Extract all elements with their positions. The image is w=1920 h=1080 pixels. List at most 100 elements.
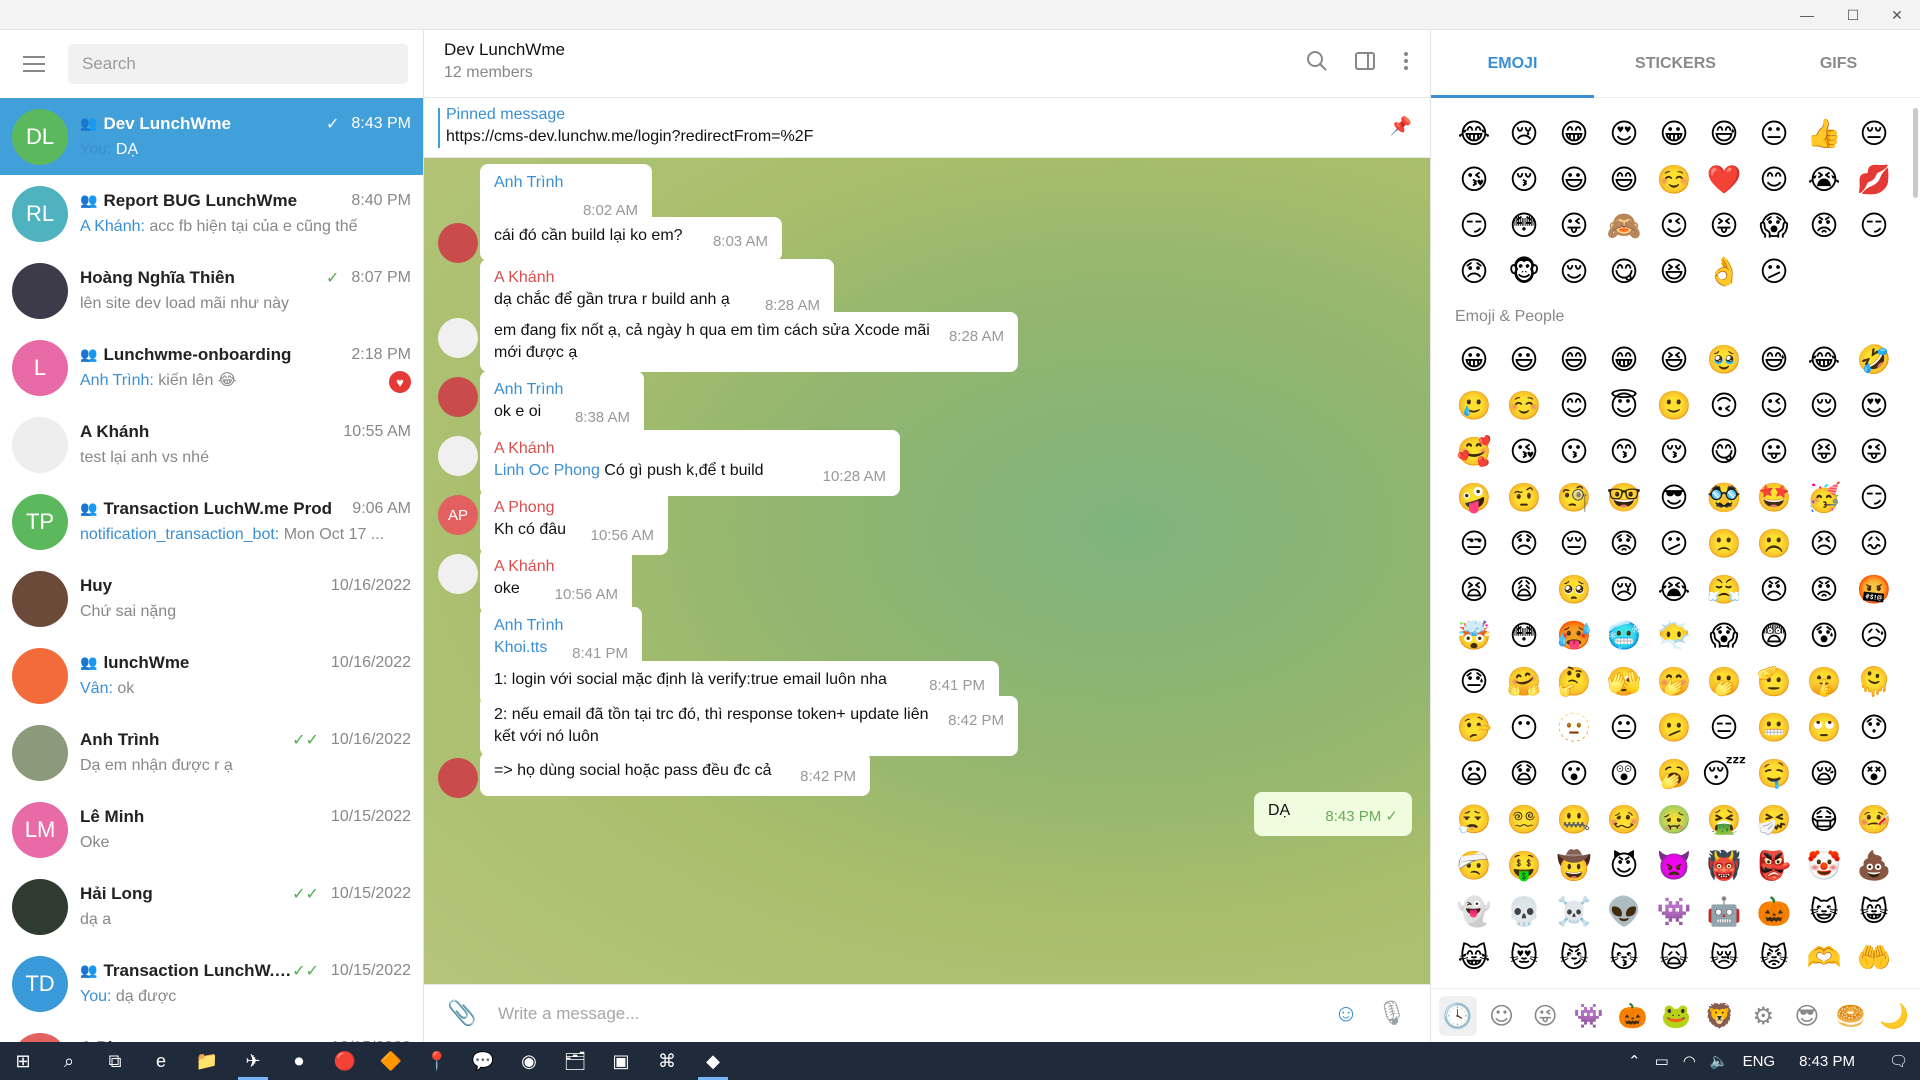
chat-list-item[interactable]: L 👥 Lunchwme-onboarding 2:18 PM Anh Trình: k… [0,329,423,406]
microphone-icon[interactable]: 🎙 [1374,999,1410,1028]
sender-avatar[interactable] [438,377,478,417]
hamburger-menu-icon[interactable] [14,44,54,84]
emoji-item[interactable]: 😂 [1449,110,1499,156]
emoji-item[interactable]: 💩 [1849,842,1899,888]
emoji-item[interactable]: 😱 [1749,202,1799,248]
emoji-item[interactable]: 🤪 [1449,474,1499,520]
emoji-item[interactable]: 😦 [1449,750,1499,796]
emoji-item[interactable]: 😚 [1649,428,1699,474]
emoji-item[interactable]: 😼 [1549,934,1599,980]
emoji-item[interactable]: 💀 [1499,888,1549,934]
emoji-item[interactable]: 👽 [1599,888,1649,934]
emoji-item[interactable]: 🤓 [1599,474,1649,520]
emoji-item[interactable]: 😺 [1799,888,1849,934]
sender-avatar[interactable] [438,223,478,263]
maximize-button[interactable]: ☐ [1830,0,1876,30]
incoming-message[interactable]: A Khánh 10:28 AM Linh Oc Phong Có gì push … [480,430,900,496]
emoji-item[interactable]: 😊 [1549,382,1599,428]
emoji-item[interactable]: 😧 [1499,750,1549,796]
emoji-item[interactable]: 👌 [1699,248,1749,294]
taskbar-app-icon[interactable]: e [138,1042,184,1080]
emoji-item[interactable]: 😊 [1749,156,1799,202]
emoji-item[interactable]: 😢 [1599,566,1649,612]
emoji-item[interactable]: 🫶 [1799,934,1849,980]
emoji-item[interactable]: 😜 [1849,428,1899,474]
emoji-item[interactable]: 😡 [1799,566,1849,612]
emoji-item[interactable]: 😝 [1799,428,1849,474]
emoji-item[interactable]: 😏 [1449,202,1499,248]
language-indicator[interactable]: ENG [1743,1053,1776,1070]
emoji-item[interactable]: 👻 [1449,888,1499,934]
emoji-item[interactable]: 😬 [1749,704,1799,750]
outgoing-message[interactable]: 8:43 PM ✓ DẠ [1254,792,1412,836]
search-icon[interactable] [1306,50,1328,78]
emoji-item[interactable]: 😾 [1749,934,1799,980]
chat-list-item[interactable]: Hải Long ✓✓ 10/15/2022 dạ a [0,868,423,945]
chevron-up-icon[interactable]: ⌃ [1628,1052,1641,1070]
emoji-item[interactable]: 🫥 [1549,704,1599,750]
emoji-item[interactable]: 🫡 [1749,658,1799,704]
chat-list-item[interactable]: Huy 10/16/2022 Chứ sai nặng [0,560,423,637]
emoji-item[interactable]: 😎 [1649,474,1699,520]
emoji-item[interactable]: 😘 [1499,428,1549,474]
emoji-item[interactable]: 😌 [1549,248,1599,294]
emoji-item[interactable]: 😿 [1699,934,1749,980]
emoji-item[interactable]: 🤯 [1449,612,1499,658]
emoji-item[interactable]: ☺️ [1499,382,1549,428]
emoji-item[interactable]: 😋 [1699,428,1749,474]
chat-list-item[interactable]: TD 👥 Transaction LunchW.m... ✓✓ 10/15/2022 Yo… [0,945,423,1022]
emoji-item[interactable]: 😐 [1599,704,1649,750]
search-input[interactable] [82,54,394,74]
emoji-category-icon[interactable]: ⚙ [1744,996,1782,1036]
emoji-item[interactable]: 😡 [1799,202,1849,248]
emoji-item[interactable]: 😁 [1549,110,1599,156]
emoji-item[interactable]: 😞 [1499,520,1549,566]
mention-link[interactable]: Khoi.tts [494,639,547,656]
emoji-item[interactable]: 🤔 [1549,658,1599,704]
notification-icon[interactable]: 🗨 [1889,1052,1908,1070]
emoji-item[interactable]: 😂 [1799,336,1849,382]
emoji-item[interactable]: 😐 [1749,110,1799,156]
incoming-message[interactable]: A Khánh 10:56 AM oke [480,548,632,614]
emoji-item[interactable]: 😛 [1749,428,1799,474]
emoji-item[interactable]: 😳 [1499,202,1549,248]
emoji-item[interactable]: 😓 [1449,658,1499,704]
emoji-item[interactable]: 🥴 [1599,796,1649,842]
emoji-item[interactable]: 😲 [1599,750,1649,796]
emoji-item[interactable]: 🫤 [1649,704,1699,750]
emoji-category-icon[interactable]: 🥯 [1832,996,1870,1036]
emoji-item[interactable]: 😄 [1549,336,1599,382]
emoji-item[interactable]: 👍 [1799,110,1849,156]
taskbar-app-icon[interactable]: ⌘ [644,1042,690,1080]
emoji-item[interactable]: 😶‍🌫️ [1649,612,1699,658]
incoming-message[interactable]: 8:03 AM cái đó cần build lại ko em? [480,217,782,261]
chat-list-item[interactable]: APA Phong10/15/2022 [0,1022,423,1042]
emoji-category-icon[interactable]: 🎃 [1614,996,1652,1036]
sender-avatar[interactable] [438,436,478,476]
taskbar-app-icon[interactable]: ⏺ [276,1042,322,1080]
chat-list-item[interactable]: Anh Trình ✓✓ 10/16/2022 Dạ em nhận được r ạ [0,714,423,791]
emoji-item[interactable]: 😀 [1649,110,1699,156]
emoji-item[interactable]: ❤️ [1699,156,1749,202]
emoji-item[interactable]: 😴 [1699,750,1749,796]
emoji-item[interactable]: 🥲 [1449,382,1499,428]
emoji-item[interactable]: 👾 [1649,888,1699,934]
emoji-item[interactable]: 😪 [1799,750,1849,796]
emoji-item[interactable]: 🥱 [1649,750,1699,796]
emoji-item[interactable]: 🤕 [1449,842,1499,888]
emoji-item[interactable]: 🤠 [1549,842,1599,888]
emoji-item[interactable]: 😭 [1649,566,1699,612]
emoji-item[interactable]: 🙃 [1699,382,1749,428]
emoji-item[interactable]: 😳 [1499,612,1549,658]
chat-list-item[interactable]: RL 👥 Report BUG LunchWme 8:40 PM A Khánh: ac… [0,175,423,252]
emoji-item[interactable]: 🤥 [1449,704,1499,750]
emoji-item[interactable]: 😫 [1449,566,1499,612]
pinned-message-bar[interactable]: Pinned message https://cms-dev.lunchw.me… [424,98,1430,158]
emoji-category-icon[interactable]: 😜 [1526,996,1564,1036]
emoji-item[interactable]: 😹 [1449,934,1499,980]
conversation-header[interactable]: Dev LunchWme 12 members [424,30,1430,98]
attach-icon[interactable]: 📎 [444,999,480,1028]
emoji-item[interactable]: 🤖 [1699,888,1749,934]
chat-list-item[interactable]: LM Lê Minh 10/15/2022 Oke [0,791,423,868]
emoji-item[interactable]: 😣 [1799,520,1849,566]
